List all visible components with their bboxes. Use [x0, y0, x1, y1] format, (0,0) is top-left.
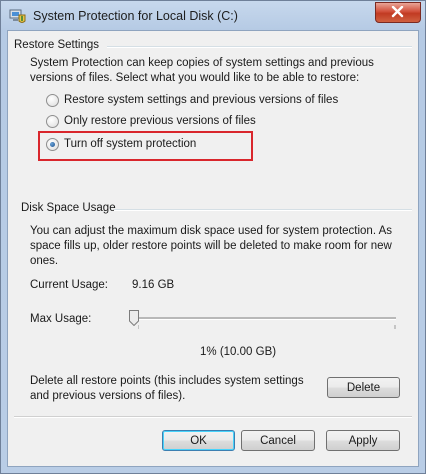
max-usage-label: Max Usage:: [30, 313, 92, 325]
close-icon: [391, 6, 404, 18]
radio-label: Restore system settings and previous ver…: [64, 94, 339, 106]
title-bar[interactable]: System Protection for Local Disk (C:): [1, 1, 425, 31]
restore-settings-heading: Restore Settings: [14, 39, 100, 51]
delete-description-line1: Delete all restore points (this includes…: [30, 375, 304, 387]
close-button[interactable]: [375, 2, 421, 23]
apply-button[interactable]: Apply: [326, 430, 400, 451]
radio-button[interactable]: [46, 114, 59, 128]
disk-description-line1: You can adjust the maximum disk space us…: [30, 225, 393, 237]
restore-description-line1: System Protection can keep copies of sys…: [30, 57, 374, 69]
group-divider: [107, 46, 412, 48]
highlight-box: [38, 131, 253, 161]
window-title: System Protection for Local Disk (C:): [33, 9, 238, 23]
disk-description-line3: ones.: [30, 255, 59, 267]
current-usage-value: 9.16 GB: [132, 279, 175, 291]
cancel-button[interactable]: Cancel: [241, 430, 315, 451]
max-usage-percent-text: 1% (10.00 GB): [200, 346, 277, 358]
delete-button[interactable]: Delete: [327, 377, 400, 398]
group-divider: [114, 209, 412, 211]
disk-space-heading: Disk Space Usage: [21, 202, 116, 214]
radio-only-previous-versions[interactable]: Only restore previous versions of files: [46, 113, 256, 129]
system-protection-icon: [9, 9, 26, 23]
max-usage-slider-thumb[interactable]: [129, 310, 139, 326]
max-usage-slider-track[interactable]: [138, 317, 396, 320]
disk-description-line2: space fills up, older restore points wil…: [30, 240, 392, 252]
restore-description-line2: versions of files. Select what you would…: [30, 72, 360, 84]
delete-description-line2: and previous versions of files).: [30, 390, 186, 402]
radio-button[interactable]: [46, 93, 59, 107]
ok-button[interactable]: OK: [162, 430, 235, 451]
current-usage-label: Current Usage:: [30, 279, 108, 291]
radio-label: Only restore previous versions of files: [64, 115, 256, 127]
radio-restore-settings-and-files[interactable]: Restore system settings and previous ver…: [46, 92, 338, 108]
footer-divider: [14, 416, 412, 418]
slider-ticks: [138, 325, 396, 329]
dialog-body: Restore Settings System Protection can k…: [7, 30, 419, 467]
